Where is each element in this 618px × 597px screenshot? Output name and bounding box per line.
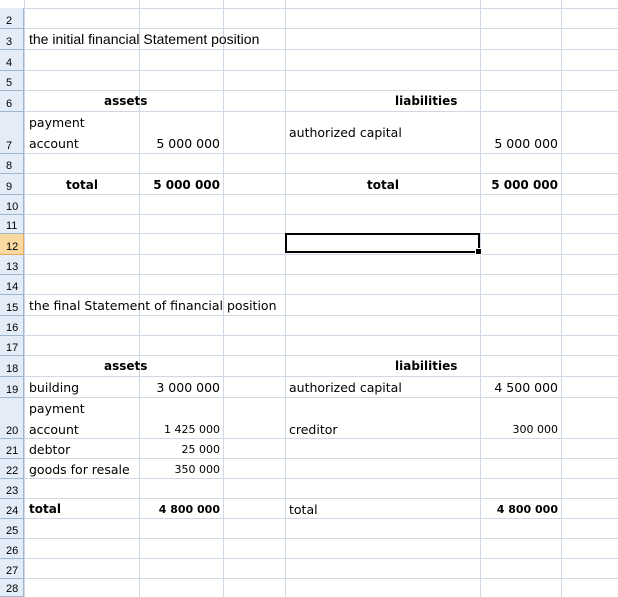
selected-cell[interactable] (285, 233, 482, 255)
initial-total-liabilities-value[interactable]: 5 000 000 (480, 178, 558, 192)
row-divider (25, 49, 618, 50)
row-header[interactable]: 15 (0, 295, 24, 316)
final-goods-label[interactable]: goods for resale (29, 462, 130, 477)
row-divider (25, 498, 618, 499)
row-divider (25, 438, 618, 439)
final-building-label[interactable]: building (29, 380, 79, 395)
row-header[interactable]: 25 (0, 519, 24, 539)
final-authorized-capital-label[interactable]: authorized capital (289, 380, 402, 395)
row-header[interactable]: 10 (0, 195, 24, 215)
row-header[interactable]: 5 (0, 71, 24, 91)
row-divider (25, 274, 618, 275)
row-divider (25, 558, 618, 559)
row-divider (25, 111, 618, 112)
row-divider (25, 478, 618, 479)
final-total-assets-label[interactable]: total (29, 502, 61, 516)
row-header[interactable]: 8 (0, 154, 24, 174)
final-creditor-value[interactable]: 300 000 (480, 423, 559, 436)
final-payment-label-line1[interactable]: payment (29, 401, 85, 416)
row-divider (25, 578, 618, 579)
row-header[interactable]: 24 (0, 499, 24, 519)
row-divider (25, 90, 618, 91)
row-divider (25, 173, 618, 174)
row-divider (25, 28, 618, 29)
row-divider (25, 254, 618, 255)
initial-assets-header[interactable]: assets (104, 94, 147, 108)
final-payment-label-line2[interactable]: account (29, 422, 79, 437)
row-header[interactable]: 7 (0, 112, 24, 154)
row-header[interactable]: 28 (0, 579, 24, 597)
row-divider (25, 70, 618, 71)
initial-total-assets-label[interactable]: total (66, 178, 98, 192)
row-divider (25, 397, 618, 398)
row-divider (25, 294, 618, 295)
initial-payment-label-line1[interactable]: payment (29, 115, 85, 130)
row-header[interactable]: 27 (0, 559, 24, 579)
final-debtor-label[interactable]: debtor (29, 442, 70, 457)
row-divider (25, 355, 618, 356)
final-creditor-label[interactable]: creditor (289, 422, 338, 437)
row-header[interactable]: 16 (0, 316, 24, 336)
row-header[interactable]: 11 (0, 215, 24, 234)
initial-authorized-capital-value[interactable]: 5 000 000 (480, 136, 558, 151)
initial-payment-label-line2[interactable]: account (29, 136, 79, 151)
row-divider (25, 458, 618, 459)
final-total-liabilities-label[interactable]: total (289, 502, 318, 517)
final-building-value[interactable]: 3 000 000 (139, 380, 220, 395)
row-header[interactable]: 6 (0, 91, 24, 112)
initial-total-liabilities-label[interactable]: total (367, 178, 399, 192)
row-divider (25, 518, 618, 519)
row-header[interactable]: 13 (0, 255, 24, 275)
row-header[interactable]: 17 (0, 336, 24, 356)
row-divider (25, 8, 618, 9)
final-payment-value[interactable]: 1 425 000 (139, 423, 220, 436)
row-header[interactable]: 3 (0, 29, 24, 50)
row-divider (25, 376, 618, 377)
row-divider (25, 315, 618, 316)
final-liabilities-header[interactable]: liabilities (395, 359, 457, 373)
row-header[interactable]: 19 (0, 377, 24, 398)
final-total-liabilities-value[interactable]: 4 800 000 (480, 503, 558, 516)
row-header[interactable]: 18 (0, 356, 24, 377)
spreadsheet-grid[interactable]: 2 3 4 5 6 7 8 9 10 11 12 13 14 15 16 17 … (0, 0, 618, 597)
row-header[interactable]: 26 (0, 539, 24, 559)
initial-liabilities-header[interactable]: liabilities (395, 94, 457, 108)
final-statement-title[interactable]: the final Statement of financial positio… (29, 298, 277, 313)
row-header-active[interactable]: 12 (0, 234, 24, 255)
row-header[interactable]: 21 (0, 439, 24, 459)
row-divider (25, 214, 618, 215)
row-header[interactable]: 4 (0, 50, 24, 71)
initial-authorized-capital-label[interactable]: authorized capital (289, 125, 402, 140)
row-header[interactable]: 9 (0, 174, 24, 195)
row-header[interactable]: 22 (0, 459, 24, 479)
row-header[interactable]: 14 (0, 275, 24, 295)
row-divider (25, 153, 618, 154)
row-header[interactable]: 23 (0, 479, 24, 499)
final-assets-header[interactable]: assets (104, 359, 147, 373)
initial-total-assets-value[interactable]: 5 000 000 (139, 178, 220, 192)
final-debtor-value[interactable]: 25 000 (139, 443, 221, 456)
initial-payment-value[interactable]: 5 000 000 (139, 136, 220, 151)
final-goods-value[interactable]: 350 000 (139, 463, 221, 476)
row-header[interactable]: 2 (0, 8, 24, 29)
row-divider (25, 538, 618, 539)
row-header[interactable]: 20 (0, 398, 24, 439)
final-total-assets-value[interactable]: 4 800 000 (139, 503, 220, 516)
initial-statement-title[interactable]: the initial financial Statement position (29, 31, 259, 47)
row-divider (25, 194, 618, 195)
final-authorized-capital-value[interactable]: 4 500 000 (480, 380, 558, 395)
row-divider (25, 335, 618, 336)
